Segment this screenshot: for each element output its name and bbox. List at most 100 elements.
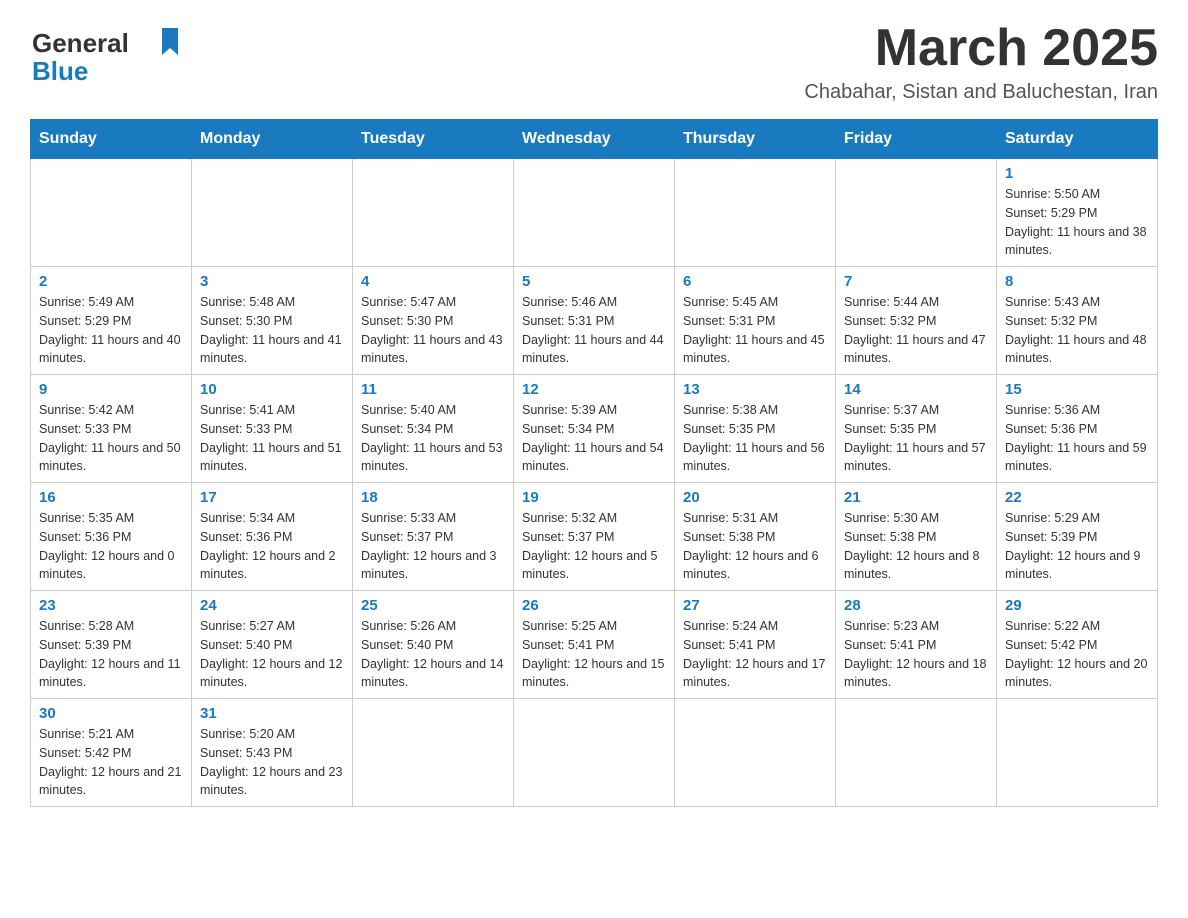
calendar-cell: 12 Sunrise: 5:39 AMSunset: 5:34 PMDaylig… bbox=[514, 375, 675, 483]
calendar-cell: 9 Sunrise: 5:42 AMSunset: 5:33 PMDayligh… bbox=[31, 375, 192, 483]
calendar-cell: 21 Sunrise: 5:30 AMSunset: 5:38 PMDaylig… bbox=[836, 483, 997, 591]
weekday-header-wednesday: Wednesday bbox=[514, 120, 675, 159]
month-title: March 2025 bbox=[804, 20, 1158, 77]
calendar-cell: 13 Sunrise: 5:38 AMSunset: 5:35 PMDaylig… bbox=[675, 375, 836, 483]
calendar-cell: 6 Sunrise: 5:45 AMSunset: 5:31 PMDayligh… bbox=[675, 267, 836, 375]
svg-text:Blue: Blue bbox=[32, 56, 88, 86]
calendar-cell bbox=[675, 159, 836, 267]
calendar-week-4: 16 Sunrise: 5:35 AMSunset: 5:36 PMDaylig… bbox=[31, 483, 1158, 591]
day-number: 7 bbox=[844, 273, 988, 290]
calendar-cell bbox=[836, 699, 997, 807]
weekday-header-thursday: Thursday bbox=[675, 120, 836, 159]
calendar-week-5: 23 Sunrise: 5:28 AMSunset: 5:39 PMDaylig… bbox=[31, 591, 1158, 699]
calendar-cell: 30 Sunrise: 5:21 AMSunset: 5:42 PMDaylig… bbox=[31, 699, 192, 807]
day-info: Sunrise: 5:48 AMSunset: 5:30 PMDaylight:… bbox=[200, 293, 344, 368]
day-number: 2 bbox=[39, 273, 183, 290]
calendar-cell: 31 Sunrise: 5:20 AMSunset: 5:43 PMDaylig… bbox=[192, 699, 353, 807]
day-number: 18 bbox=[361, 489, 505, 506]
day-info: Sunrise: 5:49 AMSunset: 5:29 PMDaylight:… bbox=[39, 293, 183, 368]
day-number: 27 bbox=[683, 597, 827, 614]
weekday-header-sunday: Sunday bbox=[31, 120, 192, 159]
day-number: 4 bbox=[361, 273, 505, 290]
calendar-cell: 7 Sunrise: 5:44 AMSunset: 5:32 PMDayligh… bbox=[836, 267, 997, 375]
day-number: 1 bbox=[1005, 165, 1149, 182]
day-number: 29 bbox=[1005, 597, 1149, 614]
calendar-cell: 19 Sunrise: 5:32 AMSunset: 5:37 PMDaylig… bbox=[514, 483, 675, 591]
logo-svg: General Blue bbox=[30, 20, 190, 90]
day-number: 31 bbox=[200, 705, 344, 722]
weekday-header-row: SundayMondayTuesdayWednesdayThursdayFrid… bbox=[31, 120, 1158, 159]
day-info: Sunrise: 5:28 AMSunset: 5:39 PMDaylight:… bbox=[39, 617, 183, 692]
day-info: Sunrise: 5:47 AMSunset: 5:30 PMDaylight:… bbox=[361, 293, 505, 368]
calendar-cell: 28 Sunrise: 5:23 AMSunset: 5:41 PMDaylig… bbox=[836, 591, 997, 699]
calendar-cell: 18 Sunrise: 5:33 AMSunset: 5:37 PMDaylig… bbox=[353, 483, 514, 591]
day-info: Sunrise: 5:34 AMSunset: 5:36 PMDaylight:… bbox=[200, 509, 344, 584]
day-number: 8 bbox=[1005, 273, 1149, 290]
day-info: Sunrise: 5:45 AMSunset: 5:31 PMDaylight:… bbox=[683, 293, 827, 368]
calendar-cell: 27 Sunrise: 5:24 AMSunset: 5:41 PMDaylig… bbox=[675, 591, 836, 699]
day-number: 30 bbox=[39, 705, 183, 722]
weekday-header-friday: Friday bbox=[836, 120, 997, 159]
calendar-cell bbox=[353, 699, 514, 807]
calendar-cell: 23 Sunrise: 5:28 AMSunset: 5:39 PMDaylig… bbox=[31, 591, 192, 699]
day-number: 6 bbox=[683, 273, 827, 290]
weekday-header-saturday: Saturday bbox=[997, 120, 1158, 159]
day-number: 24 bbox=[200, 597, 344, 614]
day-number: 12 bbox=[522, 381, 666, 398]
day-number: 25 bbox=[361, 597, 505, 614]
location-title: Chabahar, Sistan and Baluchestan, Iran bbox=[804, 81, 1158, 104]
calendar-cell bbox=[353, 159, 514, 267]
day-info: Sunrise: 5:26 AMSunset: 5:40 PMDaylight:… bbox=[361, 617, 505, 692]
day-info: Sunrise: 5:33 AMSunset: 5:37 PMDaylight:… bbox=[361, 509, 505, 584]
calendar-cell: 25 Sunrise: 5:26 AMSunset: 5:40 PMDaylig… bbox=[353, 591, 514, 699]
calendar-cell: 3 Sunrise: 5:48 AMSunset: 5:30 PMDayligh… bbox=[192, 267, 353, 375]
day-number: 3 bbox=[200, 273, 344, 290]
day-info: Sunrise: 5:38 AMSunset: 5:35 PMDaylight:… bbox=[683, 401, 827, 476]
day-info: Sunrise: 5:46 AMSunset: 5:31 PMDaylight:… bbox=[522, 293, 666, 368]
calendar-week-1: 1 Sunrise: 5:50 AMSunset: 5:29 PMDayligh… bbox=[31, 159, 1158, 267]
day-info: Sunrise: 5:40 AMSunset: 5:34 PMDaylight:… bbox=[361, 401, 505, 476]
day-info: Sunrise: 5:43 AMSunset: 5:32 PMDaylight:… bbox=[1005, 293, 1149, 368]
calendar-cell bbox=[514, 699, 675, 807]
day-info: Sunrise: 5:25 AMSunset: 5:41 PMDaylight:… bbox=[522, 617, 666, 692]
day-info: Sunrise: 5:27 AMSunset: 5:40 PMDaylight:… bbox=[200, 617, 344, 692]
day-info: Sunrise: 5:36 AMSunset: 5:36 PMDaylight:… bbox=[1005, 401, 1149, 476]
day-info: Sunrise: 5:35 AMSunset: 5:36 PMDaylight:… bbox=[39, 509, 183, 584]
day-info: Sunrise: 5:30 AMSunset: 5:38 PMDaylight:… bbox=[844, 509, 988, 584]
calendar-cell: 15 Sunrise: 5:36 AMSunset: 5:36 PMDaylig… bbox=[997, 375, 1158, 483]
day-number: 28 bbox=[844, 597, 988, 614]
page-header: General Blue March 2025 Chabahar, Sistan… bbox=[30, 20, 1158, 104]
day-info: Sunrise: 5:41 AMSunset: 5:33 PMDaylight:… bbox=[200, 401, 344, 476]
day-info: Sunrise: 5:50 AMSunset: 5:29 PMDaylight:… bbox=[1005, 185, 1149, 260]
calendar-cell bbox=[514, 159, 675, 267]
calendar-cell: 1 Sunrise: 5:50 AMSunset: 5:29 PMDayligh… bbox=[997, 159, 1158, 267]
weekday-header-tuesday: Tuesday bbox=[353, 120, 514, 159]
svg-text:General: General bbox=[32, 28, 129, 58]
calendar-week-3: 9 Sunrise: 5:42 AMSunset: 5:33 PMDayligh… bbox=[31, 375, 1158, 483]
day-number: 22 bbox=[1005, 489, 1149, 506]
calendar-cell: 29 Sunrise: 5:22 AMSunset: 5:42 PMDaylig… bbox=[997, 591, 1158, 699]
calendar-table: SundayMondayTuesdayWednesdayThursdayFrid… bbox=[30, 119, 1158, 807]
calendar-cell: 26 Sunrise: 5:25 AMSunset: 5:41 PMDaylig… bbox=[514, 591, 675, 699]
day-info: Sunrise: 5:29 AMSunset: 5:39 PMDaylight:… bbox=[1005, 509, 1149, 584]
day-number: 17 bbox=[200, 489, 344, 506]
day-number: 23 bbox=[39, 597, 183, 614]
day-number: 15 bbox=[1005, 381, 1149, 398]
calendar-cell: 8 Sunrise: 5:43 AMSunset: 5:32 PMDayligh… bbox=[997, 267, 1158, 375]
day-info: Sunrise: 5:32 AMSunset: 5:37 PMDaylight:… bbox=[522, 509, 666, 584]
day-info: Sunrise: 5:37 AMSunset: 5:35 PMDaylight:… bbox=[844, 401, 988, 476]
day-number: 13 bbox=[683, 381, 827, 398]
day-info: Sunrise: 5:21 AMSunset: 5:42 PMDaylight:… bbox=[39, 725, 183, 800]
calendar-cell: 14 Sunrise: 5:37 AMSunset: 5:35 PMDaylig… bbox=[836, 375, 997, 483]
title-block: March 2025 Chabahar, Sistan and Baluches… bbox=[804, 20, 1158, 104]
day-number: 10 bbox=[200, 381, 344, 398]
logo: General Blue bbox=[30, 20, 190, 90]
day-info: Sunrise: 5:22 AMSunset: 5:42 PMDaylight:… bbox=[1005, 617, 1149, 692]
day-number: 21 bbox=[844, 489, 988, 506]
day-info: Sunrise: 5:39 AMSunset: 5:34 PMDaylight:… bbox=[522, 401, 666, 476]
calendar-week-2: 2 Sunrise: 5:49 AMSunset: 5:29 PMDayligh… bbox=[31, 267, 1158, 375]
calendar-cell: 20 Sunrise: 5:31 AMSunset: 5:38 PMDaylig… bbox=[675, 483, 836, 591]
day-number: 14 bbox=[844, 381, 988, 398]
calendar-week-6: 30 Sunrise: 5:21 AMSunset: 5:42 PMDaylig… bbox=[31, 699, 1158, 807]
day-info: Sunrise: 5:42 AMSunset: 5:33 PMDaylight:… bbox=[39, 401, 183, 476]
